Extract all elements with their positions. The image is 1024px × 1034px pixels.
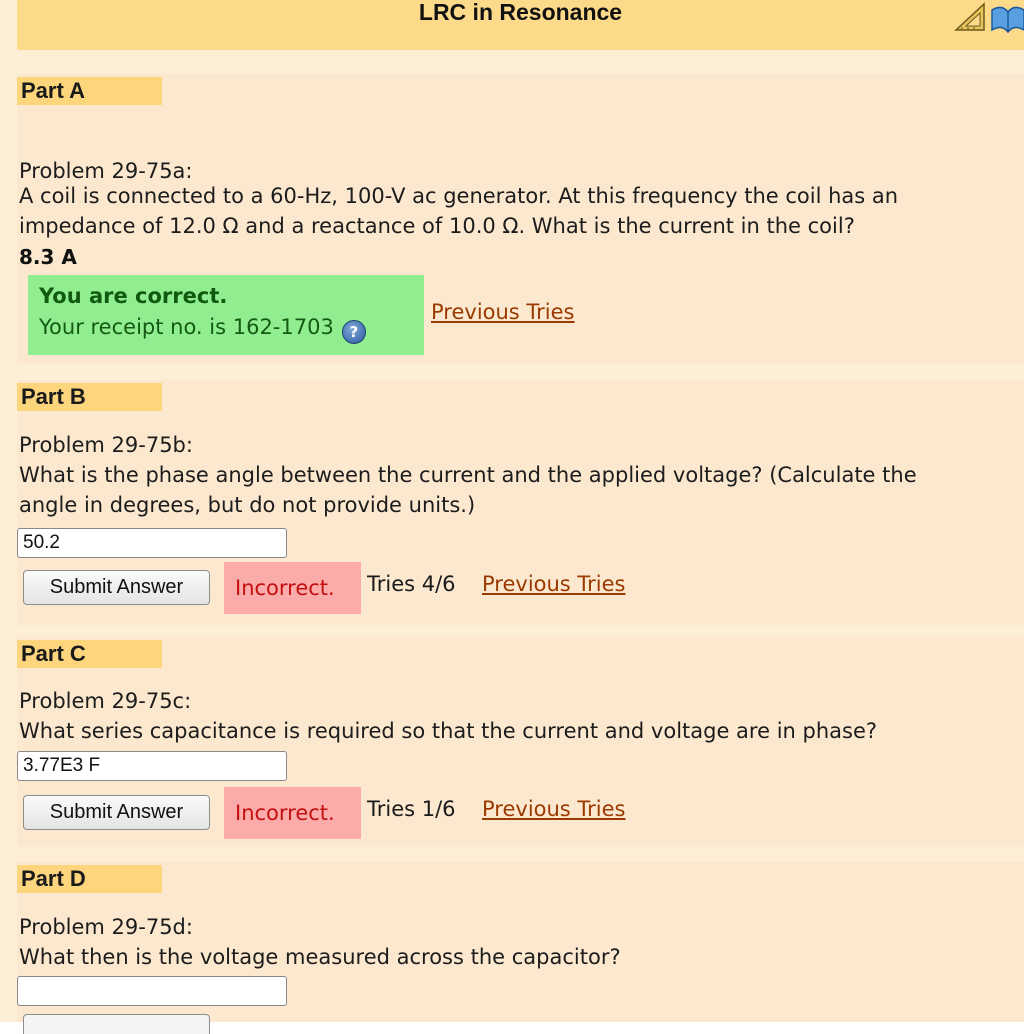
- part-c-answer-input[interactable]: [17, 751, 287, 781]
- part-b-answer-input[interactable]: [17, 528, 287, 558]
- receipt-text: Your receipt no. is 162-1703: [39, 315, 334, 339]
- title-bar: LRC in Resonance: [17, 0, 1024, 50]
- page: LRC in Resonance Part A Problem 29-75a: …: [0, 0, 1024, 1034]
- part-b-problem-id: Problem 29-75b:: [19, 433, 193, 457]
- part-b-tries-count: Tries 4/6: [367, 572, 456, 596]
- page-title: LRC in Resonance: [418, 0, 623, 25]
- part-c-label: Part C: [17, 640, 162, 668]
- correct-message: You are correct.: [39, 284, 228, 308]
- title-icons: [952, 0, 1024, 34]
- part-c-section: Part C Problem 29-75c: What series capac…: [17, 637, 1024, 847]
- help-icon[interactable]: ?: [341, 320, 366, 344]
- part-b-section: Part B Problem 29-75b: What is the phase…: [17, 380, 1024, 625]
- part-b-label: Part B: [17, 383, 162, 411]
- part-b-question-line2: angle in degrees, but do not provide uni…: [19, 493, 476, 517]
- part-a-previous-tries-link[interactable]: Previous Tries: [431, 300, 575, 324]
- part-a-question-line1: A coil is connected to a 60-Hz, 100-V ac…: [19, 184, 899, 208]
- part-c-problem-id: Problem 29-75c:: [19, 689, 192, 713]
- part-c-incorrect-badge: Incorrect.: [224, 787, 361, 839]
- part-b-submit-button[interactable]: Submit Answer: [23, 570, 210, 605]
- part-b-previous-tries-link[interactable]: Previous Tries: [482, 572, 626, 596]
- part-c-question-line1: What series capacitance is required so t…: [19, 719, 878, 743]
- part-a-label: Part A: [17, 77, 162, 105]
- receipt-line: Your receipt no. is 162-1703?: [39, 315, 366, 344]
- part-d-submit-button-partial[interactable]: [23, 1014, 210, 1034]
- part-c-previous-tries-link[interactable]: Previous Tries: [482, 797, 626, 821]
- part-d-section: Part D Problem 29-75d: What then is the …: [17, 862, 1024, 1034]
- part-a-question-line2: impedance of 12.0 Ω and a reactance of 1…: [19, 214, 855, 238]
- part-d-question-line1: What then is the voltage measured across…: [19, 945, 621, 969]
- part-d-label: Part D: [17, 865, 162, 893]
- part-a-answer: 8.3 A: [19, 245, 77, 269]
- part-d-answer-input[interactable]: [17, 976, 287, 1006]
- part-b-question-line1: What is the phase angle between the curr…: [19, 463, 917, 487]
- part-d-problem-id: Problem 29-75d:: [19, 915, 193, 939]
- part-b-incorrect-badge: Incorrect.: [224, 562, 361, 614]
- book-icon[interactable]: [991, 6, 1024, 34]
- part-c-tries-count: Tries 1/6: [367, 797, 456, 821]
- part-c-submit-button[interactable]: Submit Answer: [23, 795, 210, 830]
- part-a-section: Part A Problem 29-75a: A coil is connect…: [17, 74, 1024, 364]
- part-a-correct-feedback: You are correct. Your receipt no. is 162…: [28, 275, 424, 355]
- ruler-triangle-icon[interactable]: [954, 2, 985, 31]
